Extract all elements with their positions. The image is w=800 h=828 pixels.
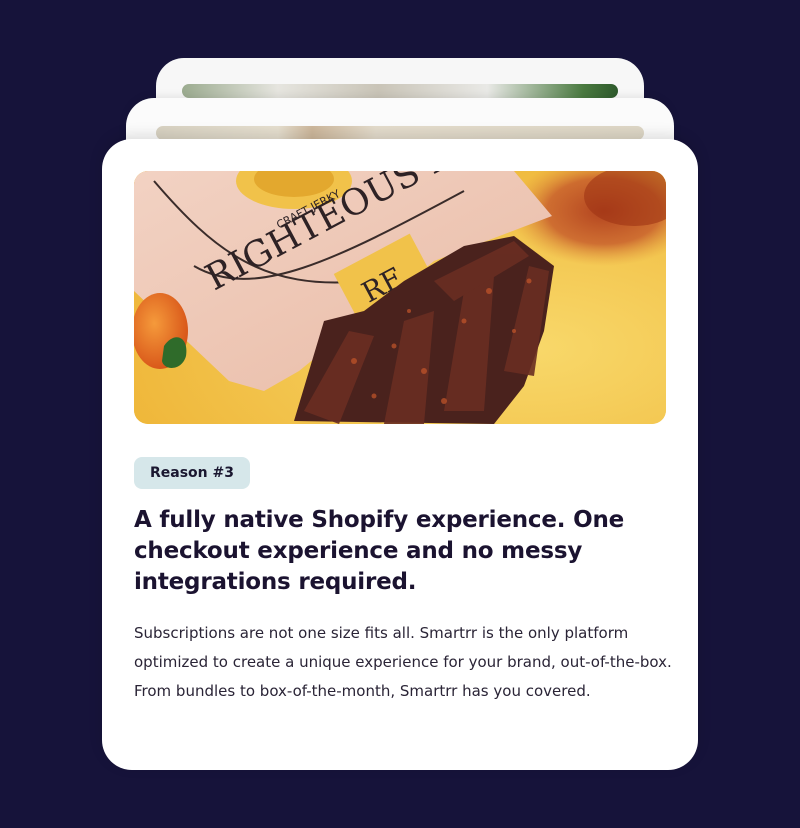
stacked-card-middle-image [156,126,644,140]
reason-card: RIGHTEOUS FELON CRAFT JERKY RF [102,139,698,770]
headline: A fully native Shopify experience. One c… [134,507,625,595]
description: Subscriptions are not one size fits all.… [134,624,672,700]
hero-image: RIGHTEOUS FELON CRAFT JERKY RF [134,171,666,424]
jerky-photo: RIGHTEOUS FELON CRAFT JERKY RF [134,171,666,424]
reason-badge: Reason #3 [134,457,250,489]
stacked-card-back-image [182,84,618,98]
